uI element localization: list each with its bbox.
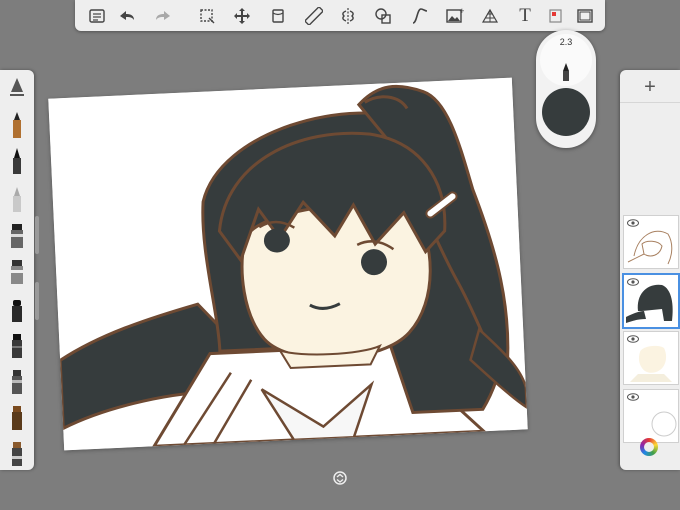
- perspective-icon[interactable]: [478, 4, 502, 28]
- brush-opacity-handle[interactable]: [35, 282, 39, 320]
- brush-felt-icon[interactable]: [5, 294, 29, 324]
- text-icon[interactable]: T: [513, 4, 537, 28]
- symmetry-icon[interactable]: [336, 4, 360, 28]
- curve-icon[interactable]: [408, 4, 432, 28]
- brush-chisel-icon[interactable]: [5, 256, 29, 286]
- add-layer-label: +: [644, 75, 656, 98]
- brush-inkpen-icon[interactable]: [5, 146, 29, 176]
- layer-lineart-sketch[interactable]: [623, 215, 679, 269]
- top-toolbar: + T: [75, 0, 605, 31]
- color-wheel-icon[interactable]: [640, 438, 658, 456]
- eye-icon[interactable]: [627, 335, 639, 343]
- brush-brushpen-icon[interactable]: [5, 330, 29, 360]
- layer-background[interactable]: [623, 389, 679, 443]
- brush-blender-icon[interactable]: [5, 438, 29, 468]
- brush-paint-icon[interactable]: [5, 366, 29, 396]
- brush-size-handle[interactable]: [35, 216, 39, 254]
- brush-size-value: 2.3: [559, 37, 573, 47]
- shapes-icon[interactable]: [371, 4, 395, 28]
- select-icon[interactable]: [195, 4, 219, 28]
- list-icon[interactable]: [85, 4, 109, 28]
- eye-icon[interactable]: [627, 393, 639, 401]
- brush-pencil-icon[interactable]: [5, 110, 29, 140]
- drawing-canvas[interactable]: [48, 77, 528, 451]
- eye-icon[interactable]: [627, 278, 639, 286]
- fullscreen-icon[interactable]: [573, 4, 597, 28]
- brush-puck[interactable]: 2.3: [536, 30, 596, 148]
- brush-library: [0, 70, 34, 470]
- move-icon[interactable]: [230, 4, 254, 28]
- layer-skin-fill[interactable]: [623, 331, 679, 385]
- eye-icon[interactable]: [627, 219, 639, 227]
- copic-icon[interactable]: [544, 4, 568, 28]
- bottom-toggle-icon[interactable]: [332, 470, 348, 486]
- svg-text:+: +: [459, 7, 464, 15]
- artwork-illustration: [48, 77, 528, 451]
- current-color-swatch[interactable]: [542, 88, 590, 136]
- brush-airbrush-icon[interactable]: [5, 184, 29, 214]
- image-icon[interactable]: +: [443, 4, 467, 28]
- layer-editor: +: [620, 70, 680, 470]
- stroke-icon[interactable]: [266, 4, 290, 28]
- brush-nib-icon: [563, 63, 569, 81]
- redo-icon[interactable]: [151, 4, 175, 28]
- brush-marker-icon[interactable]: [5, 220, 29, 250]
- ruler-icon[interactable]: [302, 4, 326, 28]
- add-layer-button[interactable]: +: [620, 72, 680, 103]
- text-tool-label: T: [519, 5, 531, 26]
- layer-dark-fill[interactable]: [622, 273, 680, 329]
- brush-oil-icon[interactable]: [5, 402, 29, 432]
- undo-icon[interactable]: [115, 4, 139, 28]
- brush-cone-icon[interactable]: [5, 72, 29, 102]
